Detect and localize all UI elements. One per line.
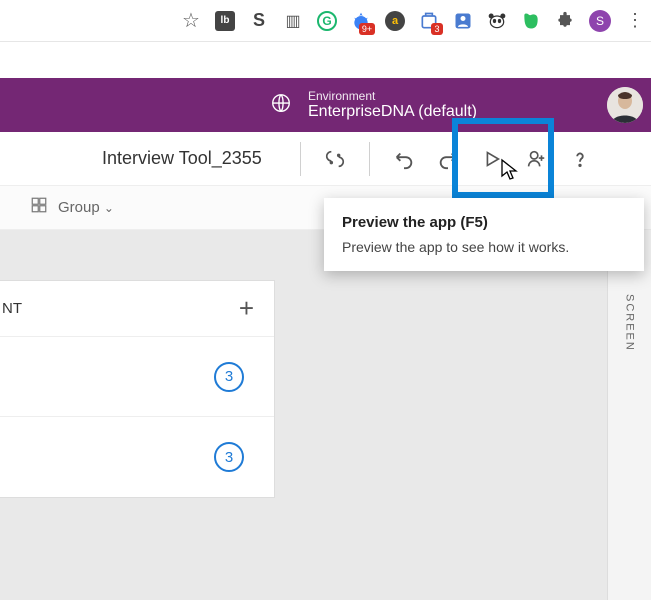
extension-icon-inbox[interactable]: 9+ bbox=[351, 11, 371, 31]
environment-globe-icon[interactable] bbox=[270, 92, 292, 119]
extension-icon-person[interactable] bbox=[453, 11, 473, 31]
count-badge: 3 bbox=[214, 362, 244, 392]
app-checker-button[interactable] bbox=[313, 137, 357, 181]
environment-selector[interactable]: Environment EnterpriseDNA (default) bbox=[308, 89, 477, 121]
panel-header-label: NT bbox=[0, 300, 22, 317]
group-dropdown[interactable]: Group ⌄ bbox=[58, 199, 114, 216]
app-toolbar: Interview Tool_2355 bbox=[0, 132, 651, 186]
add-button[interactable]: + bbox=[239, 293, 254, 324]
separator bbox=[369, 142, 370, 176]
preview-button[interactable] bbox=[470, 137, 514, 181]
app-name-label[interactable]: Interview Tool_2355 bbox=[102, 148, 262, 169]
panel-header-row: NT + bbox=[0, 281, 274, 337]
redo-button[interactable] bbox=[426, 137, 470, 181]
group-icon[interactable] bbox=[30, 196, 48, 219]
extensions-puzzle-icon[interactable] bbox=[555, 11, 575, 31]
undo-button[interactable] bbox=[382, 137, 426, 181]
user-avatar[interactable] bbox=[607, 87, 643, 123]
browser-profile-avatar[interactable]: S bbox=[589, 10, 611, 32]
list-item[interactable]: 3 bbox=[0, 417, 274, 497]
tooltip-body: Preview the app to see how it works. bbox=[342, 239, 626, 255]
count-badge: 3 bbox=[214, 442, 244, 472]
extension-icon-evernote[interactable] bbox=[521, 11, 541, 31]
environment-label: Environment bbox=[308, 89, 477, 103]
group-label-text: Group bbox=[58, 199, 100, 216]
extension-icon-lastfm[interactable]: lb bbox=[215, 11, 235, 31]
list-item[interactable]: 3 bbox=[0, 337, 274, 417]
preview-tooltip: Preview the app (F5) Preview the app to … bbox=[324, 198, 644, 271]
screen-panel-label[interactable]: SCREEN bbox=[624, 294, 636, 352]
extension-badge: 3 bbox=[431, 23, 443, 35]
bookmark-star-icon[interactable]: ☆ bbox=[181, 11, 201, 31]
tooltip-title: Preview the app (F5) bbox=[342, 214, 626, 231]
extension-icon-yellow[interactable]: a bbox=[385, 11, 405, 31]
extension-badge: 9+ bbox=[359, 23, 375, 35]
chevron-down-icon: ⌄ bbox=[104, 201, 114, 215]
extension-icon-honey[interactable]: 3 bbox=[419, 11, 439, 31]
extension-icon-grammarly[interactable]: G bbox=[317, 11, 337, 31]
help-button[interactable] bbox=[558, 137, 602, 181]
environment-name: EnterpriseDNA (default) bbox=[308, 103, 477, 121]
extension-icon-kitchen[interactable]: ▥ bbox=[283, 11, 303, 31]
left-panel: NT + 3 3 bbox=[0, 280, 275, 498]
share-button[interactable] bbox=[514, 137, 558, 181]
right-side-panel: 〈 SCREEN bbox=[607, 230, 651, 600]
browser-menu-icon[interactable]: ⋮ bbox=[625, 11, 645, 31]
extension-icon-skype[interactable]: S bbox=[249, 11, 269, 31]
spacer bbox=[0, 42, 651, 78]
canvas-area: NT + 3 3 〈 SCREEN bbox=[0, 230, 651, 600]
extension-icon-panda[interactable] bbox=[487, 11, 507, 31]
app-header: Environment EnterpriseDNA (default) bbox=[0, 78, 651, 132]
browser-extensions-bar: ☆ lb S ▥ G 9+ a 3 S ⋮ bbox=[0, 0, 651, 42]
separator bbox=[300, 142, 301, 176]
